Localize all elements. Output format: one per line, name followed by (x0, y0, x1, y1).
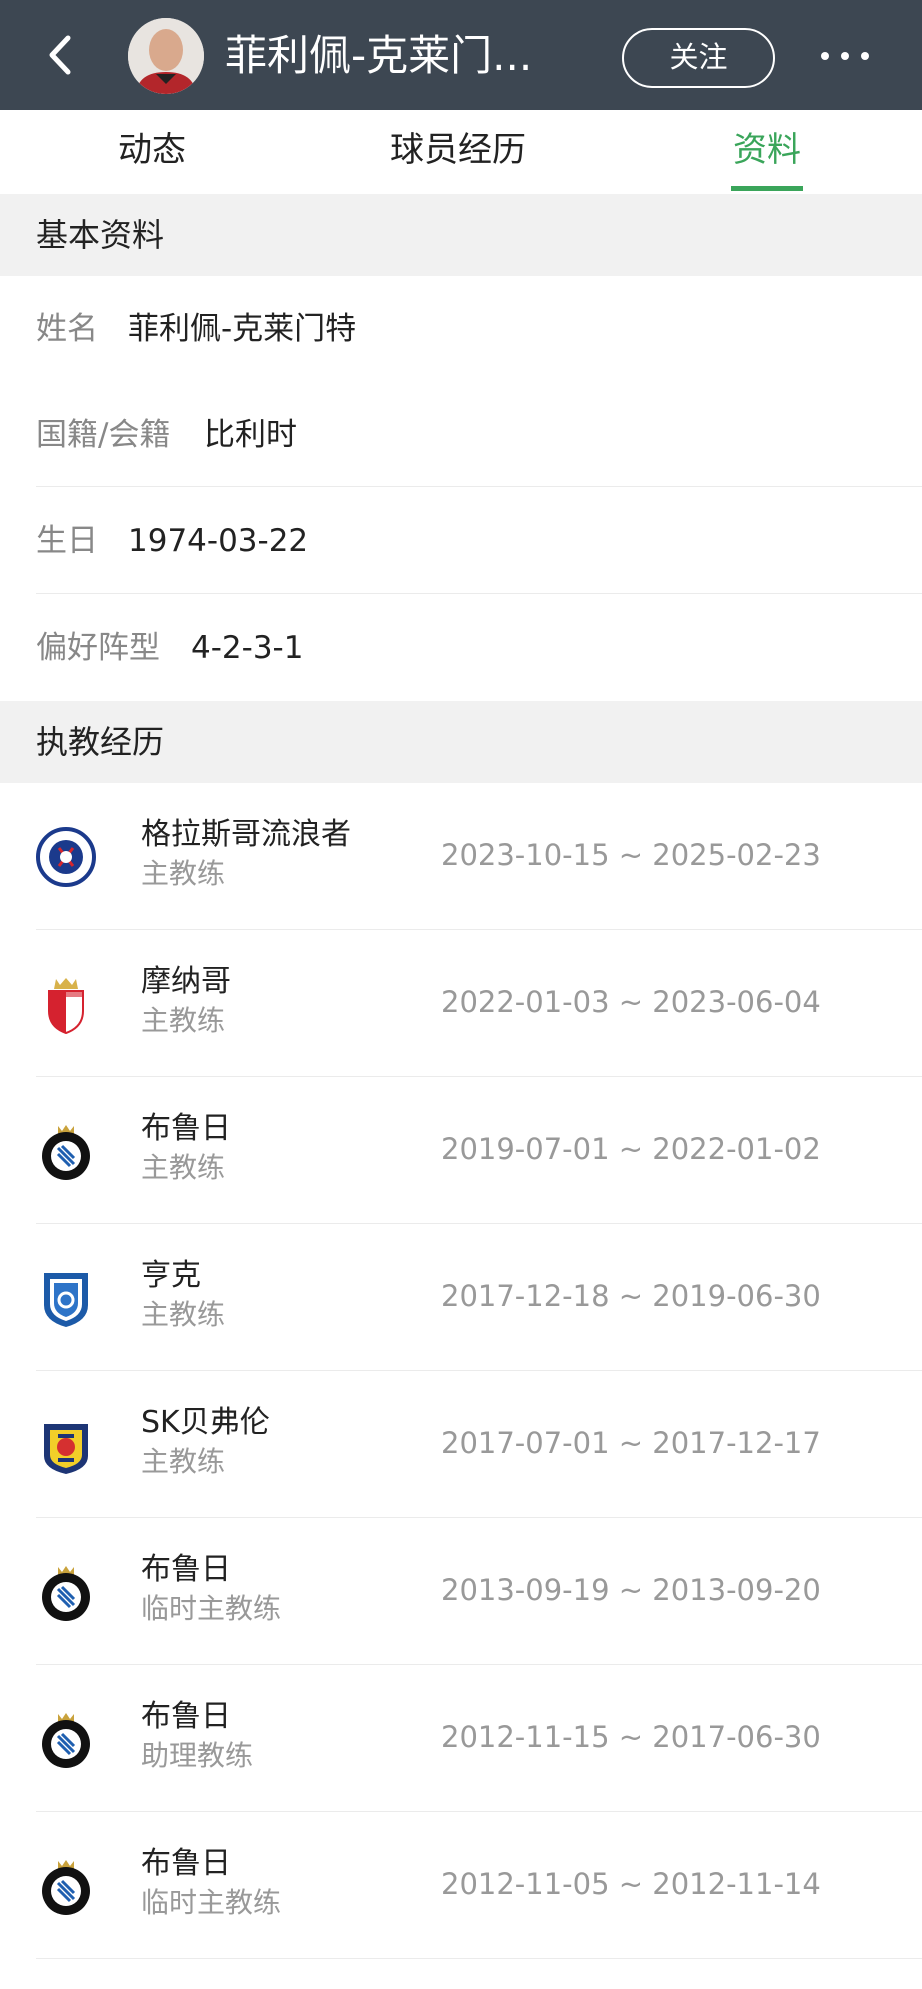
tenure-dates: 2022-01-03 ~ 2023-06-04 (441, 985, 821, 1019)
tab-activity[interactable]: 动态 (118, 126, 186, 174)
tenure-dates: 2017-07-01 ~ 2017-12-17 (441, 1426, 821, 1460)
more-dots-icon (861, 52, 869, 60)
back-button[interactable] (40, 30, 84, 80)
more-dots-icon (821, 52, 829, 60)
section-header-basic-info: 基本资料 (0, 194, 922, 276)
section-title: 执教经历 (36, 723, 165, 761)
club-name: 亨克 (141, 1258, 201, 1293)
coach-portrait-icon (128, 18, 204, 94)
club-name: 布鲁日 (141, 1111, 231, 1146)
coach-role: 主教练 (141, 1151, 226, 1184)
info-value: 菲利佩-克莱门特 (128, 311, 357, 347)
genk-crest-icon (44, 1273, 88, 1327)
more-options-button[interactable] (815, 36, 875, 76)
coaching-row[interactable]: 摩纳哥 主教练 2022-01-03 ~ 2023-06-04 (0, 930, 922, 1077)
info-row-birthday: 生日 1974-03-22 (0, 488, 922, 594)
top-nav-bar: 菲利佩-克莱门... 关注 (0, 0, 922, 110)
coaching-row[interactable]: 布鲁日 主教练 2019-07-01 ~ 2022-01-02 (0, 1077, 922, 1224)
info-label: 偏好阵型 (36, 630, 160, 666)
coach-role: 主教练 (141, 1004, 226, 1037)
tenure-dates: 2017-12-18 ~ 2019-06-30 (441, 1279, 821, 1313)
monaco-crest-icon (48, 978, 84, 1035)
coach-role: 助理教练 (141, 1739, 254, 1772)
tenure-dates: 2012-11-05 ~ 2012-11-14 (441, 1867, 821, 1901)
club-name: 布鲁日 (141, 1846, 231, 1881)
coaching-row[interactable]: SK贝弗伦 主教练 2017-07-01 ~ 2017-12-17 (0, 1371, 922, 1518)
coaching-row[interactable]: 布鲁日 临时主教练 2013-09-19 ~ 2013-09-20 (0, 1518, 922, 1665)
info-row-nationality: 国籍/会籍 比利时 (0, 382, 922, 488)
page-title: 菲利佩-克莱门... (225, 31, 533, 80)
club-brugge-crest-icon (42, 1125, 90, 1180)
follow-button[interactable]: 关注 (622, 28, 775, 88)
coaching-row[interactable]: 布鲁日 临时主教练 2012-11-05 ~ 2012-11-14 (0, 1812, 922, 1959)
club-name: 布鲁日 (141, 1699, 231, 1734)
chevron-left-icon (49, 35, 71, 75)
tab-bar: 动态 球员经历 资料 (0, 110, 922, 194)
info-value: 比利时 (204, 417, 297, 453)
beveren-crest-icon (44, 1424, 88, 1474)
coach-role: 主教练 (141, 857, 226, 890)
avatar[interactable] (128, 18, 204, 94)
section-title: 基本资料 (36, 216, 165, 254)
info-label: 国籍/会籍 (36, 417, 171, 453)
info-row-formation: 偏好阵型 4-2-3-1 (0, 595, 922, 701)
coaching-row[interactable]: 亨克 主教练 2017-12-18 ~ 2019-06-30 (0, 1224, 922, 1371)
info-label: 姓名 (36, 311, 98, 347)
coach-role: 主教练 (141, 1445, 226, 1478)
coach-role: 主教练 (141, 1298, 226, 1331)
active-tab-indicator (731, 186, 803, 191)
tab-profile[interactable]: 资料 (733, 126, 801, 174)
club-brugge-crest-icon (42, 1713, 90, 1768)
info-label: 生日 (36, 523, 98, 559)
divider (36, 593, 922, 594)
coach-role: 临时主教练 (141, 1886, 282, 1919)
more-dots-icon (841, 52, 849, 60)
coaching-row[interactable]: 布鲁日 助理教练 2012-11-15 ~ 2017-06-30 (0, 1665, 922, 1812)
club-name: SK贝弗伦 (141, 1405, 270, 1440)
info-row-name: 姓名 菲利佩-克莱门特 (0, 276, 922, 382)
divider (36, 486, 922, 487)
tenure-dates: 2012-11-15 ~ 2017-06-30 (441, 1720, 821, 1754)
club-name: 格拉斯哥流浪者 (141, 817, 351, 852)
club-brugge-crest-icon (42, 1860, 90, 1915)
club-name: 摩纳哥 (141, 964, 231, 999)
tab-player-career[interactable]: 球员经历 (390, 126, 526, 174)
tenure-dates: 2013-09-19 ~ 2013-09-20 (441, 1573, 821, 1607)
section-header-coaching: 执教经历 (0, 701, 922, 783)
tenure-dates: 2023-10-15 ~ 2025-02-23 (441, 838, 821, 872)
rangers-crest-icon (36, 827, 96, 887)
coach-role: 临时主教练 (141, 1592, 282, 1625)
info-value: 1974-03-22 (128, 523, 309, 559)
club-brugge-crest-icon (42, 1566, 90, 1621)
divider (36, 1958, 922, 1959)
club-name: 布鲁日 (141, 1552, 231, 1587)
coaching-row[interactable]: 格拉斯哥流浪者 主教练 2023-10-15 ~ 2025-02-23 (0, 783, 922, 930)
info-value: 4-2-3-1 (191, 630, 304, 666)
tenure-dates: 2019-07-01 ~ 2022-01-02 (441, 1132, 821, 1166)
